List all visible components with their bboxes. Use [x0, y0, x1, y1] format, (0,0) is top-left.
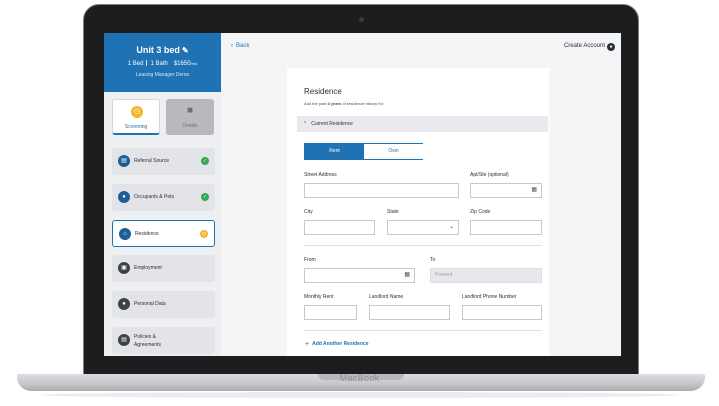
sidebar-item-label: Personal Data — [134, 301, 166, 307]
rent-own-toggle: Rent Own — [304, 143, 423, 160]
landlord-name-label: Landlord Name — [369, 294, 404, 300]
add-another-label: Add Another Residence — [312, 341, 369, 347]
chevron-up-icon: ⌃ — [303, 121, 308, 127]
clock-icon: ◷ — [131, 106, 143, 118]
calendar-icon[interactable]: ▦ — [404, 269, 410, 282]
user-icon: ● — [607, 43, 615, 51]
unit-header: Unit 3 bed ✎ 1 Bed 1 Bath $1650/mo Leasing … — [104, 33, 221, 92]
sidebar-item-occupants-pets[interactable]: ● Occupants & Pets ✓ — [112, 184, 215, 211]
city-input[interactable] — [304, 220, 375, 235]
unit-title: Unit 3 bed ✎ — [104, 45, 221, 55]
camera-icon — [359, 17, 364, 22]
chevron-down-icon: ⌄ — [448, 224, 454, 230]
sidebar-item-label: Policies & Agreements — [134, 333, 161, 349]
main-content: ‹ Back Create Account ● Residence Add the … — [221, 33, 621, 356]
people-icon: ● — [118, 191, 130, 203]
sidebar-item-policies-agreements[interactable]: ▤ Policies & Agreements — [112, 327, 215, 354]
monthly-rent-label: Monthly Rent — [304, 294, 334, 300]
sidebar-item-label-line1: Policies & — [134, 334, 156, 340]
document-icon: ▤ — [118, 334, 130, 346]
sidebar-item-label: Occupants & Pets — [134, 194, 175, 200]
chevron-left-icon: ‹ — [231, 43, 233, 49]
lock-icon: ■ — [186, 105, 194, 116]
sidebar-item-label: Referral Source — [134, 158, 170, 164]
city-label: City — [304, 209, 313, 215]
unit-price-period: /mo — [190, 61, 198, 66]
briefcase-icon: ▣ — [118, 262, 130, 274]
zip-code-label: Zip Code — [470, 209, 491, 215]
zip-code-input[interactable] — [470, 220, 542, 235]
sidebar: Unit 3 bed ✎ 1 Bed 1 Bath $1650/mo Leasing … — [104, 33, 221, 356]
state-label: State — [387, 209, 399, 215]
street-address-input[interactable] — [304, 183, 459, 198]
check-icon: ✓ — [201, 193, 209, 201]
back-label: Back — [236, 43, 250, 49]
plus-icon: + — [305, 341, 310, 348]
unit-title-text: Unit 3 bed — [136, 45, 180, 55]
apt-suite-input[interactable]: ▦ — [470, 183, 542, 198]
create-account-label: Create Account — [563, 43, 605, 49]
pencil-icon[interactable]: ✎ — [182, 46, 189, 55]
monthly-rent-input[interactable] — [304, 305, 357, 320]
screen: Unit 3 bed ✎ 1 Bed 1 Bath $1650/mo Leasing … — [104, 33, 621, 356]
from-date-input[interactable]: ▦ — [304, 268, 415, 283]
form-title: Residence — [304, 87, 342, 96]
form-subtitle-bold: 3 years — [327, 101, 342, 106]
landlord-name-input[interactable] — [369, 305, 450, 320]
create-account-link[interactable]: Create Account ● — [564, 43, 615, 51]
unit-beds: 1 Bed — [127, 61, 144, 67]
current-residence-section[interactable]: ⌃ Current Residence — [297, 116, 548, 132]
form-subtitle-pre: Add the past — [304, 101, 328, 106]
tab-screening[interactable]: ◷ Screening — [112, 99, 160, 135]
home-icon: ⌂ — [119, 228, 131, 240]
sidebar-item-label-line2: Agreements — [134, 342, 161, 348]
landlord-phone-label: Landlord Phone Number — [462, 294, 517, 300]
form-subtitle-post: of residence history for: — [341, 101, 385, 106]
sidebar-item-referral-source[interactable]: ▤ Referral Source ✓ — [112, 148, 215, 175]
rent-button[interactable]: Rent — [305, 144, 364, 159]
divider — [304, 245, 542, 246]
form-subtitle: Add the past 3 years of residence histor… — [304, 101, 384, 106]
from-label: From — [304, 257, 316, 263]
person-icon: ● — [118, 298, 130, 310]
state-select[interactable]: ⌄ — [387, 220, 459, 235]
tab-details-label: Details — [182, 123, 198, 129]
section-label: Current Residence — [311, 121, 353, 127]
residence-form-card: Residence Add the past 3 years of reside… — [287, 68, 549, 356]
tab-screening-label: Screening — [124, 124, 148, 130]
to-date-input: Present — [430, 268, 542, 283]
unit-specs: 1 Bed 1 Bath $1650/mo — [104, 60, 221, 67]
building-icon: ▦ — [531, 187, 537, 193]
sidebar-item-residence[interactable]: ⌂ Residence ◷ — [112, 220, 215, 247]
device-shadow — [40, 392, 680, 398]
unit-price: $1650 — [173, 61, 191, 67]
own-button[interactable]: Own — [364, 144, 423, 159]
sidebar-item-label: Employment — [134, 265, 162, 271]
device-brand: MacBook — [339, 373, 380, 383]
add-another-residence-link[interactable]: + Add Another Residence — [305, 341, 369, 348]
unit-baths: 1 Bath — [150, 61, 168, 67]
street-address-label: Street Address — [304, 172, 337, 178]
progress-icon: ◷ — [200, 230, 208, 238]
check-icon: ✓ — [201, 157, 209, 165]
chat-icon: ▤ — [118, 155, 130, 167]
apt-suite-label: Apt/Ste (optional) — [470, 172, 509, 178]
divider — [146, 60, 148, 66]
sidebar-item-label: Residence — [135, 231, 159, 237]
to-label: To — [430, 257, 436, 263]
divider — [304, 330, 542, 331]
sidebar-item-employment[interactable]: ▣ Employment — [112, 255, 215, 282]
back-link[interactable]: ‹ Back — [231, 43, 252, 49]
sidebar-item-personal-data[interactable]: ● Personal Data — [112, 291, 215, 318]
unit-manager: Leasing Manager Demo — [135, 72, 190, 78]
tab-details[interactable]: ■ Details — [166, 99, 214, 135]
landlord-phone-input[interactable] — [462, 305, 542, 320]
